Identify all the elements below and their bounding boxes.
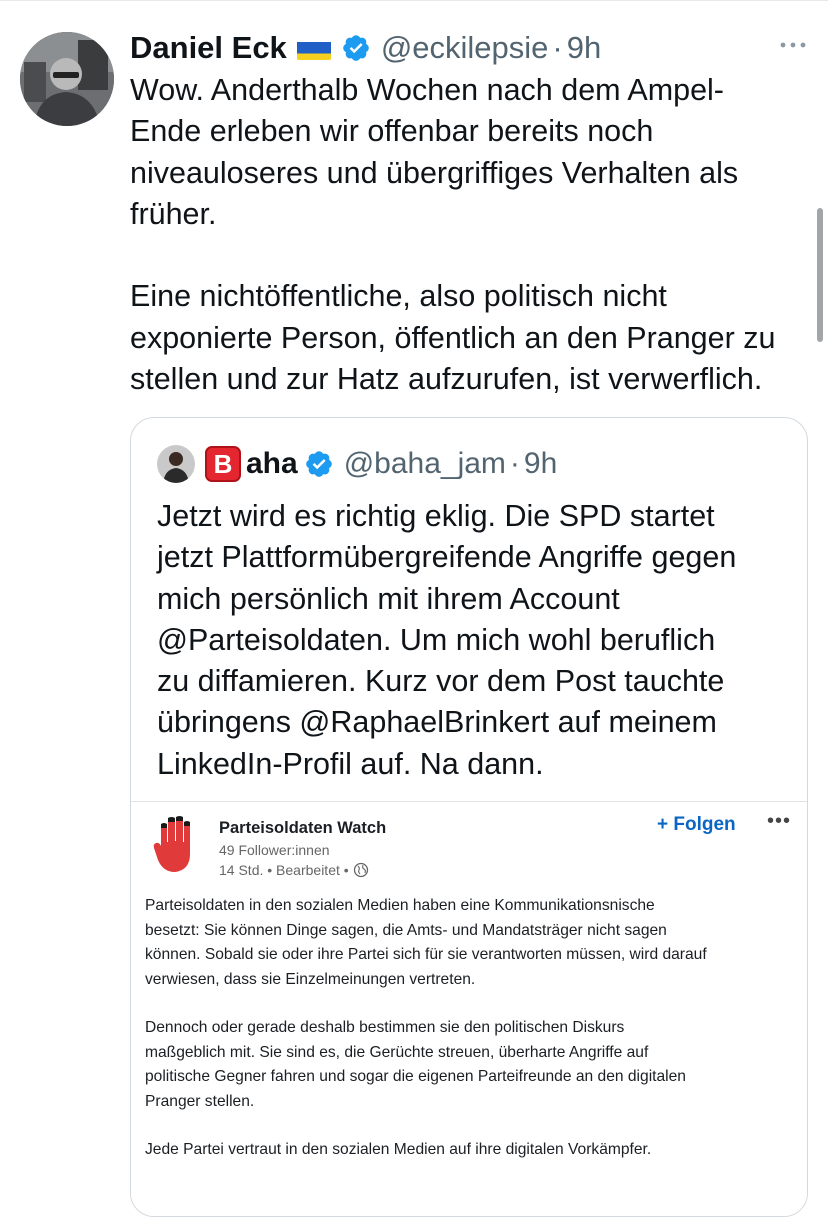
- timestamp[interactable]: 9h: [567, 30, 601, 66]
- ukraine-flag-icon: [296, 37, 331, 60]
- linkedin-paragraph: Jede Partei vertraut in den sozialen Med…: [145, 1141, 652, 1158]
- globe-icon: [353, 862, 369, 878]
- author-avatar[interactable]: [20, 32, 114, 126]
- quoted-author-name: aha: [246, 447, 298, 480]
- tweet-text: Wow. Anderthalb Wochen nach dem Ampel- E…: [130, 73, 776, 397]
- linkedin-followers: 49 Follower:innen: [219, 842, 330, 858]
- separator-dot: ·: [552, 30, 563, 65]
- quoted-tweet[interactable]: B aha @baha_jam · 9h Jetzt wird es richt…: [130, 417, 808, 1217]
- author-handle[interactable]: @eckilepsie: [381, 30, 549, 66]
- linkedin-meta-text: 14 Std. • Bearbeitet •: [219, 862, 349, 878]
- top-divider: [0, 0, 828, 1]
- quoted-author-handle: @baha_jam: [343, 447, 506, 480]
- linkedin-paragraph: Dennoch oder gerade deshalb bestimmen si…: [145, 1019, 686, 1110]
- linkedin-paragraph: Parteisoldaten in den sozialen Medien ha…: [145, 897, 707, 988]
- author-name[interactable]: Daniel Eck: [130, 30, 287, 66]
- separator-dot: ·: [509, 447, 520, 480]
- linkedin-post-meta: 14 Std. • Bearbeitet •: [219, 862, 369, 878]
- raised-hand-logo-icon: [153, 816, 197, 874]
- linkedin-follow-button: + Folgen: [657, 814, 736, 835]
- quoted-tweet-header: B aha @baha_jam · 9h: [157, 444, 557, 484]
- more-horizontal-icon[interactable]: [776, 30, 810, 60]
- tweet-header: Daniel Eck @eckilepsie · 9h: [130, 28, 820, 68]
- linkedin-post-screenshot[interactable]: Parteisoldaten Watch 49 Follower:innen 1…: [131, 801, 807, 1216]
- linkedin-org-name: Parteisoldaten Watch: [219, 819, 387, 837]
- verified-badge-icon[interactable]: [341, 33, 371, 63]
- linkedin-more-icon: •••: [767, 810, 792, 832]
- verified-badge-icon: [304, 449, 334, 479]
- scrollbar[interactable]: [817, 208, 823, 342]
- b-button-emoji-icon: B: [205, 446, 241, 482]
- quoted-author-avatar: [157, 445, 195, 483]
- quoted-tweet-text: Jetzt wird es richtig eklig. Die SPD sta…: [157, 499, 737, 781]
- quoted-timestamp: 9h: [523, 447, 558, 480]
